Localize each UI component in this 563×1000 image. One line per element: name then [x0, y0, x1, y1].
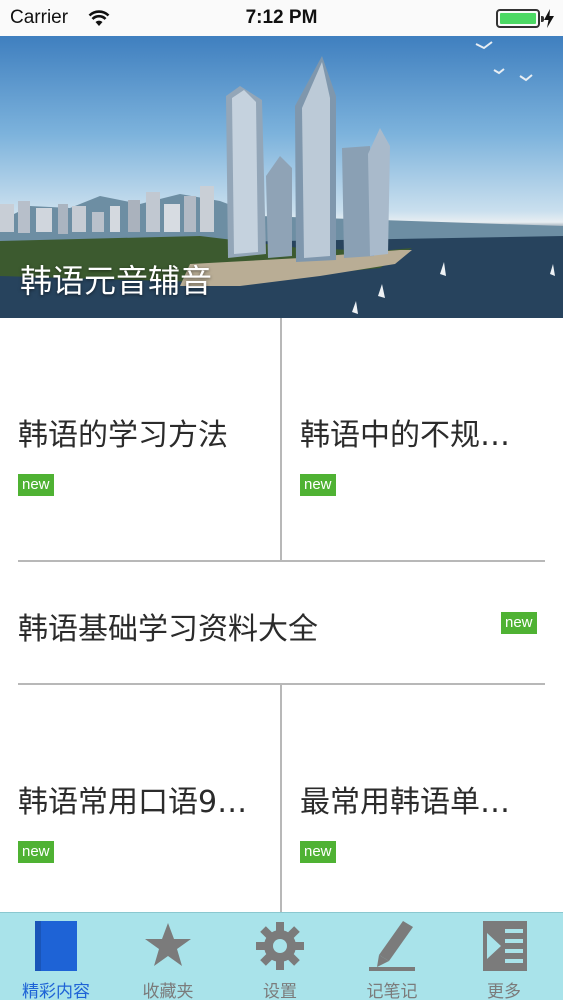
article-card[interactable]: 韩语的学习方法 new	[0, 318, 280, 560]
tab-settings[interactable]: 设置	[224, 913, 336, 1000]
article-title: 韩语常用口语9…	[18, 785, 248, 820]
article-card[interactable]: 韩语常用口语9… new	[0, 685, 280, 912]
article-card[interactable]: 韩语基础学习资料大全 new	[0, 562, 563, 683]
featured-banner[interactable]: 韩语元音辅音	[0, 36, 563, 318]
article-title: 韩语基础学习资料大全	[18, 612, 318, 647]
tab-more[interactable]: 更多	[448, 913, 560, 1000]
tab-bar: 精彩内容 收藏夹 设置 记笔记 更多	[0, 912, 563, 1000]
new-badge: new	[300, 841, 336, 863]
pen-icon	[369, 921, 415, 971]
article-title: 最常用韩语单…	[300, 785, 510, 820]
star-icon	[145, 923, 191, 966]
tab-label: 设置	[263, 982, 297, 1000]
list-icon	[483, 921, 527, 971]
new-badge: new	[18, 474, 54, 496]
tab-label: 收藏夹	[142, 982, 194, 1000]
banner-title: 韩语元音辅音	[20, 262, 213, 300]
new-badge: new	[300, 474, 336, 496]
new-badge: new	[18, 841, 54, 863]
tab-label: 记笔记	[366, 982, 418, 1000]
article-title: 韩语的学习方法	[18, 418, 228, 453]
tab-notes[interactable]: 记笔记	[336, 913, 448, 1000]
battery-icon	[496, 9, 544, 28]
article-card[interactable]: 韩语中的不规… new	[282, 318, 545, 560]
tab-favorites[interactable]: 收藏夹	[112, 913, 224, 1000]
new-badge: new	[501, 612, 537, 634]
tab-featured[interactable]: 精彩内容	[0, 913, 112, 1000]
article-card[interactable]: 最常用韩语单… new	[282, 685, 545, 912]
status-bar: Carrier 7:12 PM	[0, 0, 563, 36]
book-icon	[35, 921, 77, 971]
tab-label: 精彩内容	[22, 982, 90, 1000]
article-title: 韩语中的不规…	[300, 418, 510, 453]
battery-fill	[500, 13, 536, 24]
clock: 7:12 PM	[245, 7, 318, 28]
charging-icon	[544, 9, 554, 28]
tab-label: 更多	[487, 982, 521, 1000]
gear-icon	[256, 922, 304, 970]
